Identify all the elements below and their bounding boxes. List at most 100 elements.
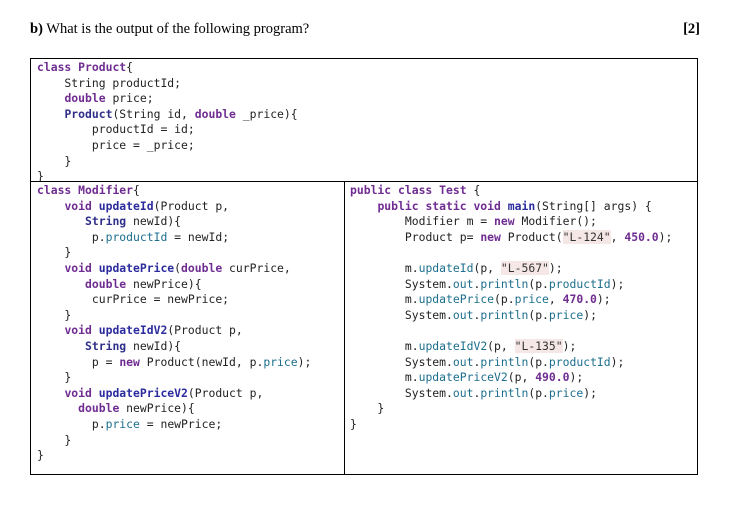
code-keyword: class <box>37 183 72 197</box>
code-text: (String id, <box>112 106 195 121</box>
code-keyword: new <box>494 214 515 229</box>
code-text: ); <box>610 354 625 369</box>
code-line: } <box>37 432 72 447</box>
code-text: ); <box>610 276 625 291</box>
code-number: 470.0 <box>562 292 597 307</box>
code-member: println <box>480 276 529 291</box>
code-line: } <box>350 416 357 431</box>
code-type: String <box>85 214 127 229</box>
code-text: newId){ <box>126 214 182 229</box>
code-text: newId){ <box>126 338 182 353</box>
code-string: "L-135" <box>514 338 563 353</box>
modifier-class-code: class Modifier{ void updateId(Product p,… <box>37 183 311 464</box>
code-keyword: double <box>78 401 120 416</box>
code-text: Modifier(); <box>514 214 597 229</box>
code-text: Modifier m = <box>404 214 495 229</box>
code-keyword: void <box>64 323 92 338</box>
code-text: curPrice = newPrice; <box>91 292 230 307</box>
constructor-name: Product <box>64 106 113 121</box>
code-line: } <box>37 370 72 385</box>
code-keyword: void <box>64 198 92 213</box>
code-text: newPrice){ <box>119 401 195 416</box>
code-text: p. <box>91 229 106 244</box>
code-member: price <box>263 354 298 369</box>
code-line: String productId; <box>37 75 182 90</box>
code-keyword: void <box>64 260 92 275</box>
code-member: println <box>480 307 529 322</box>
code-text: System. <box>404 307 453 322</box>
code-line: } <box>350 401 385 416</box>
product-class-code: class Product{ String productId; double … <box>37 60 298 185</box>
question-text: b) What is the output of the following p… <box>30 21 310 37</box>
code-text: (Product p, <box>187 385 264 400</box>
code-text: System. <box>404 354 453 369</box>
code-text: Product( <box>500 229 563 244</box>
method-name: updateIdV2 <box>98 323 168 338</box>
code-member: productId <box>548 276 611 291</box>
code-text: price; <box>105 91 154 106</box>
code-keyword: double <box>85 276 127 291</box>
code-text: m. <box>404 338 419 353</box>
code-text: , <box>610 229 625 244</box>
code-number: 450.0 <box>624 229 659 244</box>
class-name: Modifier <box>78 183 134 197</box>
code-text: ); <box>297 354 312 369</box>
code-text: (p. <box>528 276 549 291</box>
code-member: println <box>480 385 529 400</box>
code-text: System. <box>404 385 453 400</box>
code-text: (Product p, <box>167 323 243 338</box>
code-member: price <box>105 416 140 431</box>
code-text: Product p= <box>404 229 481 244</box>
code-text: p = <box>91 354 120 369</box>
code-member: price <box>548 307 584 322</box>
code-text: m. <box>404 370 419 385</box>
code-text: m. <box>404 292 419 307</box>
code-text: (p. <box>528 307 549 322</box>
code-string: "L-124" <box>562 229 611 244</box>
code-line: productId = id; <box>37 122 195 137</box>
code-text: , <box>548 292 563 307</box>
test-class-code: public class Test { public static void m… <box>350 183 672 433</box>
code-text: ); <box>583 307 597 322</box>
code-keyword: double <box>64 91 106 106</box>
code-member: updatePrice <box>418 292 495 307</box>
code-text: System. <box>404 276 453 291</box>
code-text: (p. <box>494 292 515 307</box>
code-text: { <box>126 60 134 74</box>
code-text: p. <box>91 416 106 431</box>
code-keyword: class <box>37 60 72 74</box>
code-text: (String[] args) { <box>535 198 652 213</box>
code-line: } <box>37 153 72 168</box>
code-text: { <box>133 183 140 197</box>
method-name: updatePriceV2 <box>98 385 188 400</box>
method-name: main <box>507 198 536 213</box>
code-text: { <box>466 183 481 197</box>
question-marks: [2] <box>683 21 700 37</box>
code-text: (p. <box>528 354 549 369</box>
code-keyword: void <box>64 385 92 400</box>
code-member: updatePriceV2 <box>418 370 508 385</box>
code-text: = newPrice; <box>139 416 223 431</box>
method-name: updatePrice <box>98 260 175 275</box>
code-keyword: double <box>194 106 236 121</box>
method-name: updateId <box>98 198 154 213</box>
code-text: ); <box>562 338 577 353</box>
code-keyword: new <box>119 354 140 369</box>
code-text: newPrice){ <box>126 276 202 291</box>
code-line: price = _price; <box>37 137 195 152</box>
code-text: (Product p, <box>153 198 230 213</box>
code-text: ); <box>569 370 584 385</box>
code-text: ); <box>596 292 611 307</box>
code-member: updateIdV2 <box>418 338 488 353</box>
code-member: productId <box>548 354 611 369</box>
code-text: Product(newId, p. <box>139 354 264 369</box>
code-text: m. <box>404 260 419 275</box>
code-keyword: new <box>480 229 501 244</box>
class-name: Test <box>439 183 467 197</box>
code-member: out <box>452 354 474 369</box>
question-body: What is the output of the following prog… <box>46 21 310 37</box>
code-member: println <box>480 354 529 369</box>
code-member: price <box>548 385 584 400</box>
code-text: = newId; <box>167 229 230 244</box>
modifier-class-box: class Modifier{ void updateId(Product p,… <box>30 181 345 475</box>
